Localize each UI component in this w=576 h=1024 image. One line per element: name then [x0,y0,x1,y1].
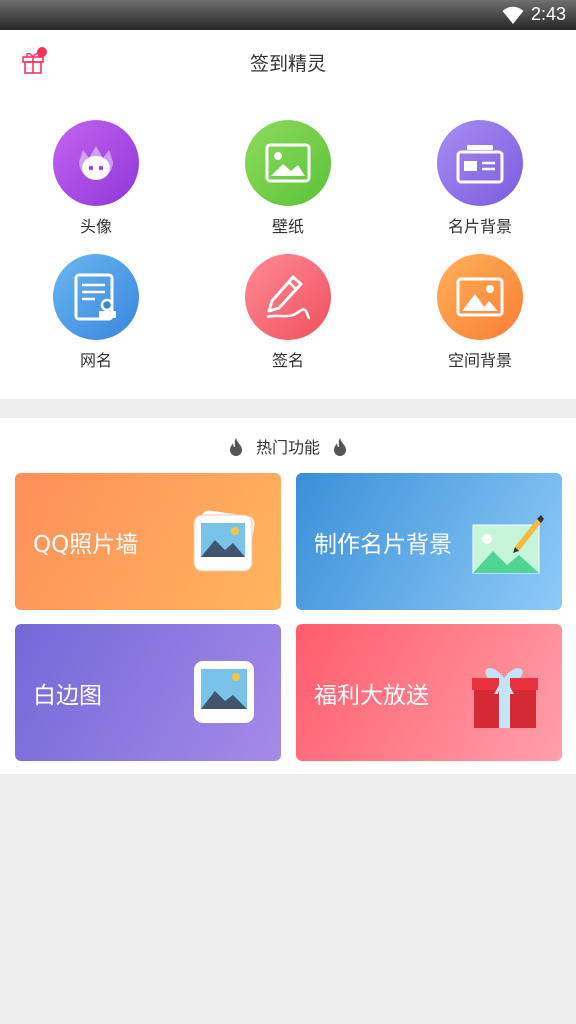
section-title-text: 热门功能 [255,438,320,457]
wallpaper-icon [245,120,331,206]
grid-label-avatar: 头像 [79,217,112,236]
avatar-icon [53,120,139,206]
grid-item-wallpaper[interactable]: 壁纸 [208,120,368,250]
card-label: 白边图 [33,683,102,709]
signature-icon [245,254,331,340]
card-label: 福利大放送 [314,683,429,709]
space-background-icon [437,254,523,340]
card-make-card-background[interactable]: 制作名片背景 [296,473,562,610]
hot-features-section: 热门功能 QQ照片墙 制作名片背景 白边图 福利大放送 [0,418,576,774]
status-time: 2:43 [530,4,566,24]
grid-label-nickname: 网名 [79,351,112,370]
card-white-border-image[interactable]: 白边图 [15,624,281,761]
page-title: 签到精灵 [249,53,326,75]
grid-item-signature[interactable]: 签名 [208,254,368,384]
photo-stack-icon [193,510,255,572]
flame-icon [334,438,346,456]
nickname-icon [53,254,139,340]
gift-box-icon [472,668,538,728]
wifi-icon [502,6,524,25]
status-bar: 2:43 [0,0,576,30]
framed-image-icon [194,661,254,723]
flame-icon [229,438,242,456]
grid-item-nickname[interactable]: 网名 [16,254,176,384]
app-header: 签到精灵 [0,30,576,92]
grid-item-space-background[interactable]: 空间背景 [400,254,560,384]
card-qq-photo-wall[interactable]: QQ照片墙 [15,473,281,610]
section-title: 热门功能 [0,434,576,458]
grid-label-space-background: 空间背景 [447,351,512,370]
category-grid: 头像 壁纸 名片背景 网名 签名 空间背景 [0,92,576,399]
grid-label-wallpaper: 壁纸 [271,217,304,236]
card-icon [437,120,523,206]
grid-item-avatar[interactable]: 头像 [16,120,176,250]
grid-label-signature: 签名 [271,351,304,370]
grid-item-card-background[interactable]: 名片背景 [400,120,560,250]
edit-image-icon [472,515,544,574]
card-label: QQ照片墙 [33,532,139,558]
card-label: 制作名片背景 [314,532,452,558]
card-welfare-giveaway[interactable]: 福利大放送 [296,624,562,761]
grid-label-card-background: 名片背景 [447,217,512,236]
